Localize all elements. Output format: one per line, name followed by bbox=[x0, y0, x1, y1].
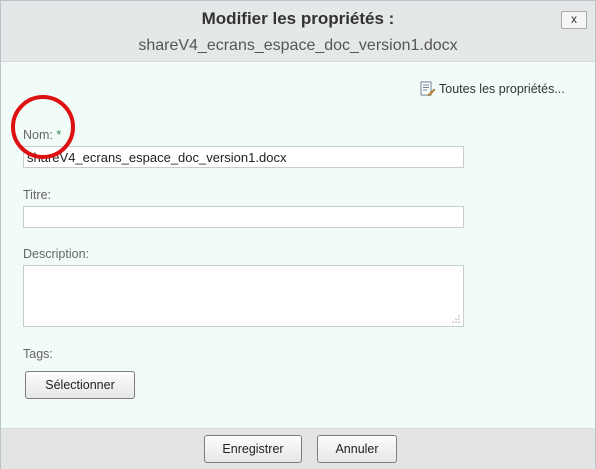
name-input[interactable] bbox=[23, 146, 464, 168]
close-button[interactable]: x bbox=[561, 11, 587, 29]
dialog-header: Modifier les propriétés : shareV4_ecrans… bbox=[1, 1, 595, 62]
title-label: Titre: bbox=[23, 188, 52, 202]
edit-properties-dialog: Modifier les propriétés : shareV4_ecrans… bbox=[0, 0, 596, 469]
dialog-title: Modifier les propriétés : bbox=[201, 9, 395, 28]
document-edit-icon bbox=[420, 81, 435, 97]
save-button[interactable]: Enregistrer bbox=[204, 435, 302, 463]
all-properties-label: Toutes les propriétés... bbox=[439, 82, 565, 96]
select-tags-button[interactable]: Sélectionner bbox=[25, 371, 135, 399]
title-input[interactable] bbox=[23, 206, 464, 228]
tags-label: Tags: bbox=[23, 347, 53, 361]
annotation-circle bbox=[11, 95, 75, 159]
resize-grip-icon[interactable] bbox=[452, 315, 460, 323]
all-properties-link[interactable]: Toutes les propriétés... bbox=[419, 81, 565, 97]
dialog-footer: Enregistrer Annuler bbox=[1, 428, 595, 469]
description-textarea[interactable] bbox=[23, 265, 464, 327]
description-label: Description: bbox=[23, 247, 89, 261]
cancel-button[interactable]: Annuler bbox=[317, 435, 397, 463]
dialog-filename: shareV4_ecrans_espace_doc_version1.docx bbox=[138, 37, 458, 54]
